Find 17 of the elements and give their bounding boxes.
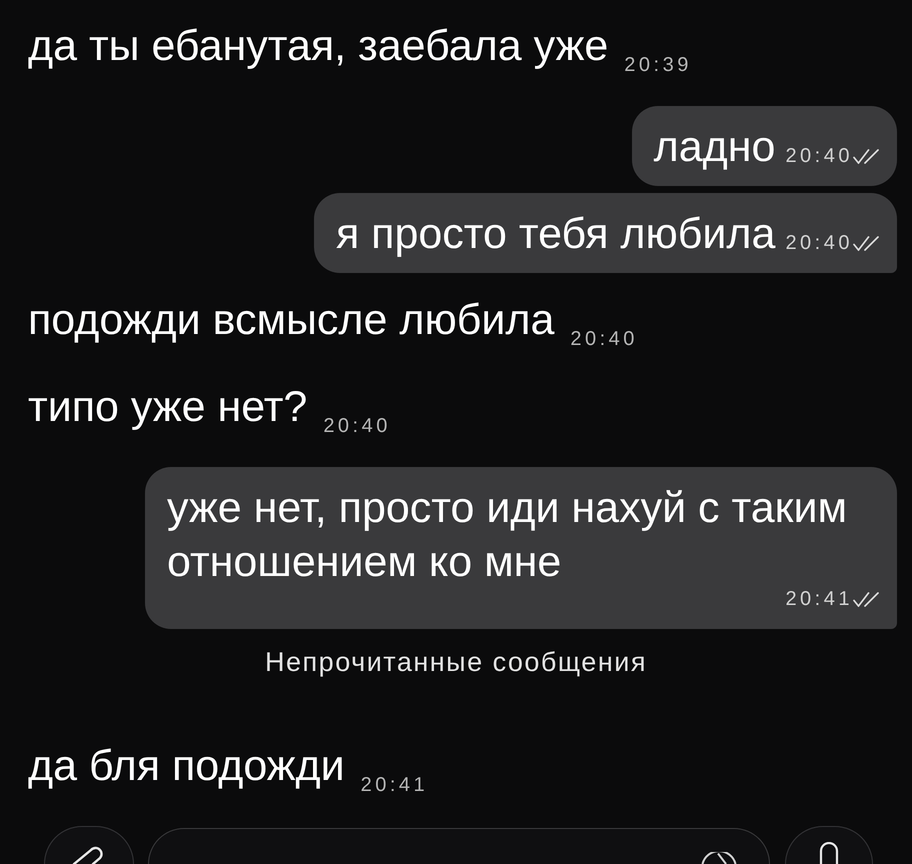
microphone-icon <box>819 842 839 864</box>
message-time: 20:40 <box>570 327 638 351</box>
message-time: 20:40 <box>785 233 853 253</box>
message-text: ладно <box>654 122 776 173</box>
unread-divider-label: Непрочитанные сообщения <box>265 648 647 676</box>
message-text: подожди всмысле любила <box>28 295 554 345</box>
message-time: 20:39 <box>624 53 692 77</box>
message-text: уже нет, просто иди нахуй с таким отношением ко мне <box>167 483 848 588</box>
message-text: я просто тебя любила <box>336 209 776 260</box>
message-time: 20:40 <box>785 146 853 166</box>
message-time: 20:41 <box>360 773 428 797</box>
message-text: типо уже нет? <box>28 382 308 432</box>
message-time: 20:41 <box>785 589 853 609</box>
sticker-icon[interactable] <box>701 852 737 864</box>
message-text: да бля подожди <box>28 741 345 791</box>
message-text: да ты ебанутая, заебала уже <box>28 21 608 71</box>
message-time: 20:40 <box>323 414 391 438</box>
